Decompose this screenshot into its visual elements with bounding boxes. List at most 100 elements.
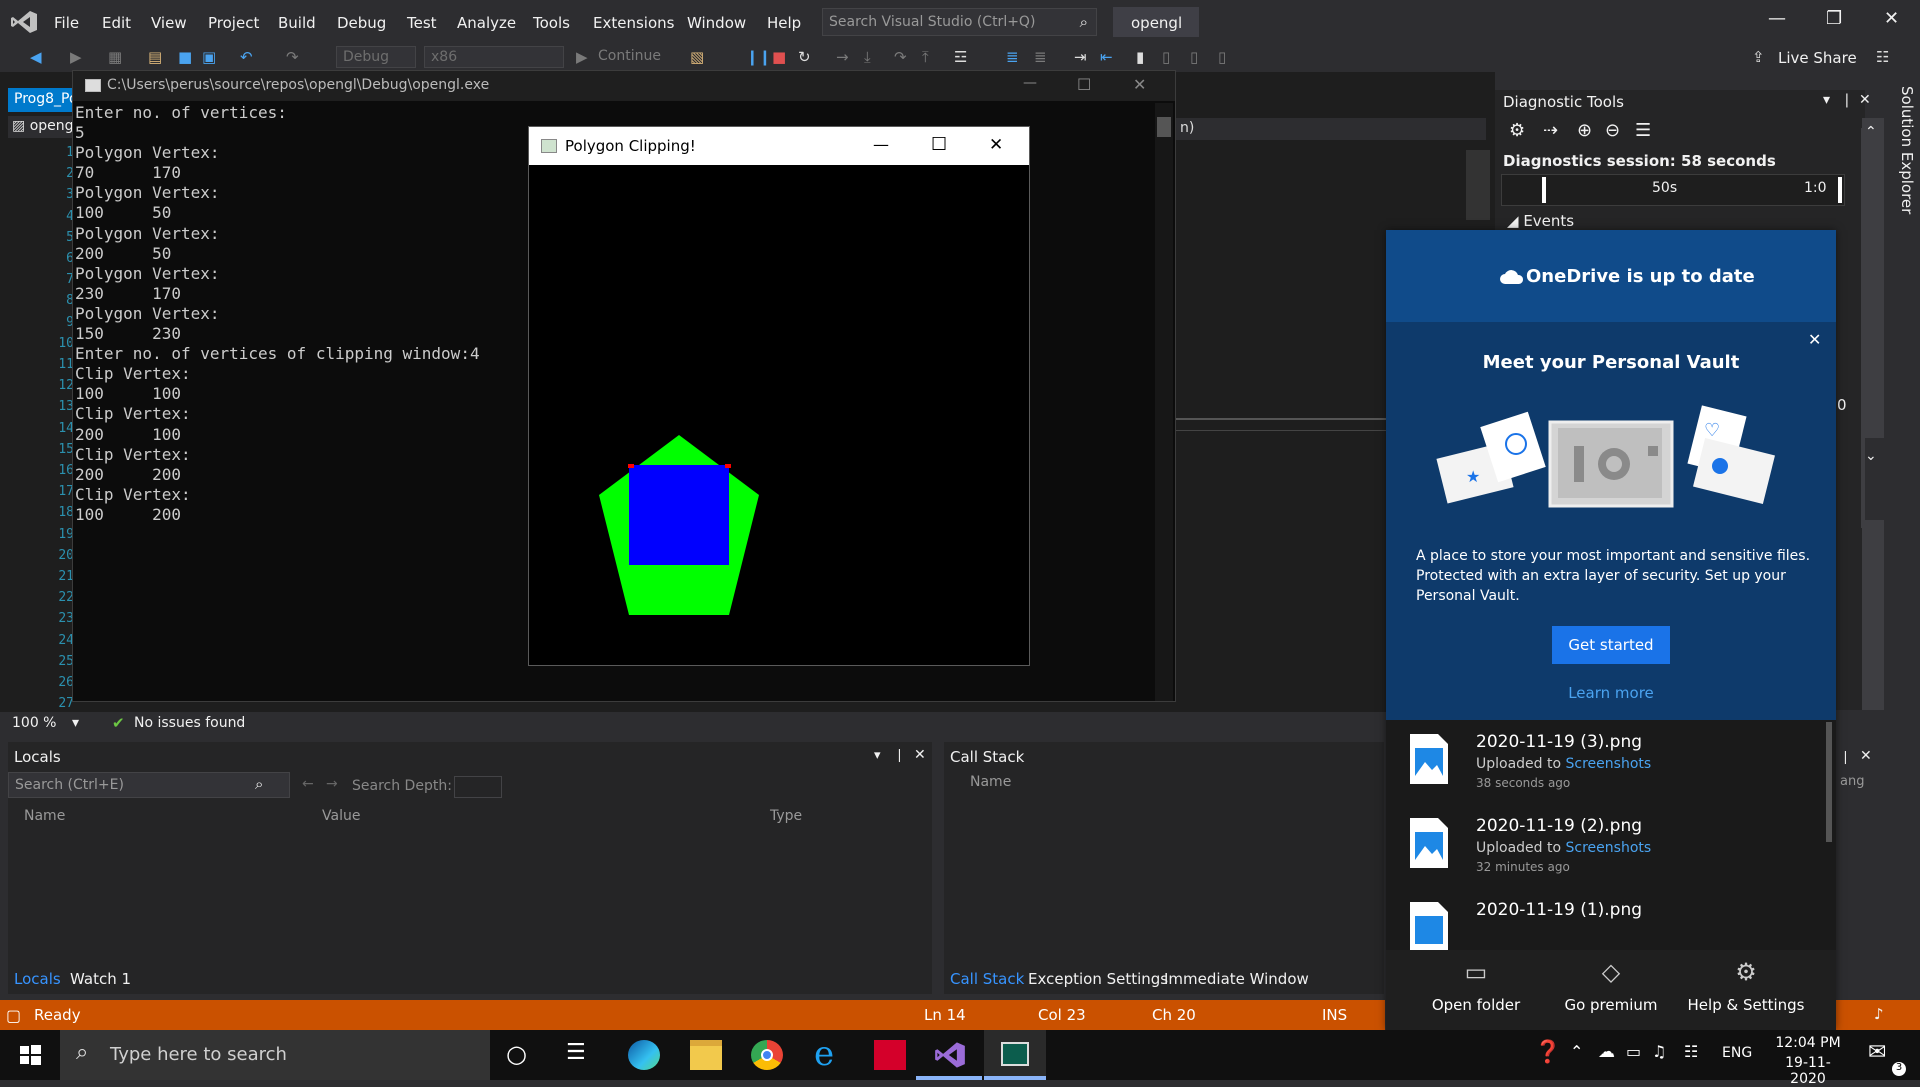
open-folder-button[interactable]: ▭ Open folder bbox=[1416, 958, 1536, 1014]
battery-icon[interactable]: ▭ bbox=[1626, 1042, 1641, 1061]
vs-search-box[interactable]: Search Visual Studio (Ctrl+Q) ⌕ bbox=[822, 8, 1097, 36]
right-pane-close-icon[interactable]: ✕ bbox=[1860, 748, 1872, 764]
lower-outer-scrollbar[interactable] bbox=[1862, 520, 1884, 710]
promo-close-icon[interactable]: ✕ bbox=[1808, 330, 1821, 349]
network-icon[interactable]: ☷ bbox=[1684, 1042, 1698, 1061]
settings-gear-icon[interactable]: ⚙ bbox=[1509, 120, 1525, 141]
menu-test[interactable]: Test bbox=[407, 14, 437, 32]
issues-status[interactable]: No issues found bbox=[134, 715, 245, 731]
polygon-clipping-window[interactable]: Polygon Clipping! — ☐ ✕ bbox=[528, 126, 1030, 666]
console-scrollbar[interactable] bbox=[1155, 103, 1173, 701]
menu-project[interactable]: Project bbox=[208, 14, 259, 32]
tab-call-stack[interactable]: Call Stack bbox=[950, 970, 1024, 988]
menu-file[interactable]: File bbox=[54, 14, 79, 32]
menu-extensions[interactable]: Extensions bbox=[593, 14, 674, 32]
scroll-up-icon[interactable]: ⌃ bbox=[1865, 124, 1877, 140]
feedback-icon[interactable]: ☷ bbox=[1876, 48, 1889, 66]
tab-watch-1[interactable]: Watch 1 bbox=[70, 970, 131, 988]
menu-edit[interactable]: Edit bbox=[102, 14, 131, 32]
windows-start-icon[interactable] bbox=[0, 1030, 60, 1080]
cortana-icon[interactable]: ○ bbox=[506, 1040, 527, 1068]
zoom-level[interactable]: 100 % bbox=[12, 715, 56, 731]
next-bookmark-icon[interactable]: ▯ bbox=[1190, 48, 1198, 66]
diag-close-icon[interactable]: ✕ bbox=[1859, 92, 1871, 108]
console-minimize-icon[interactable]: — bbox=[1023, 75, 1037, 91]
locals-col-name[interactable]: Name bbox=[24, 808, 65, 824]
nav-forward-icon[interactable]: ▶ bbox=[70, 48, 82, 66]
gl-titlebar[interactable]: Polygon Clipping! — ☐ ✕ bbox=[529, 127, 1029, 165]
editor-scrollbar[interactable] bbox=[1466, 150, 1490, 220]
locals-dropdown-icon[interactable]: ▾ bbox=[874, 748, 881, 763]
menu-view[interactable]: View bbox=[151, 14, 187, 32]
search-back-icon[interactable]: ← bbox=[302, 776, 314, 792]
zoom-in-icon[interactable]: ⊕ bbox=[1577, 120, 1592, 141]
break-all-icon[interactable]: ❙❙ bbox=[746, 48, 771, 66]
learn-more-link[interactable]: Learn more bbox=[1386, 684, 1836, 702]
menu-analyze[interactable]: Analyze bbox=[457, 14, 516, 32]
save-icon[interactable]: ■ bbox=[178, 48, 192, 66]
acrobat-icon[interactable] bbox=[874, 1040, 906, 1070]
uncomment-icon[interactable]: ≣ bbox=[1034, 48, 1047, 66]
outdent-icon[interactable]: ⇤ bbox=[1100, 48, 1113, 66]
timeline-start-handle[interactable] bbox=[1542, 177, 1546, 203]
edge-icon[interactable] bbox=[628, 1040, 660, 1070]
diag-pin-icon[interactable]: ❘ bbox=[1841, 92, 1853, 108]
tab-exception-settings[interactable]: Exception Settings bbox=[1028, 970, 1168, 988]
list-item[interactable]: 2020-11-19 (1).png bbox=[1386, 888, 1836, 950]
tab-immediate-window[interactable]: Immediate Window bbox=[1164, 970, 1309, 988]
status-char[interactable]: Ch 20 bbox=[1152, 1006, 1196, 1024]
search-depth-dropdown[interactable] bbox=[454, 776, 502, 798]
restart-icon[interactable]: ↻ bbox=[798, 48, 811, 66]
zoom-dropdown-icon[interactable]: ▾ bbox=[72, 715, 79, 731]
indent-icon[interactable]: ⇥ bbox=[1074, 48, 1087, 66]
console-maximize-icon[interactable]: ☐ bbox=[1077, 75, 1091, 94]
diag-dropdown-icon[interactable]: ▾ bbox=[1823, 92, 1830, 108]
list-item[interactable]: 2020-11-19 (3).png Uploaded to Screensho… bbox=[1386, 720, 1836, 800]
bookmark-icon[interactable]: ▮ bbox=[1136, 48, 1144, 66]
live-share-button[interactable]: Live Share bbox=[1778, 49, 1857, 67]
locals-col-type[interactable]: Type bbox=[770, 808, 802, 824]
nav-back-icon[interactable]: ◀ bbox=[30, 48, 42, 66]
help-icon[interactable]: ❓ bbox=[1534, 1040, 1561, 1065]
internet-explorer-icon[interactable]: e bbox=[814, 1034, 834, 1074]
timeline-end-handle[interactable] bbox=[1838, 177, 1842, 203]
console-close-icon[interactable]: ✕ bbox=[1133, 75, 1146, 94]
events-section[interactable]: ◢ Events bbox=[1507, 212, 1574, 230]
continue-button[interactable]: Continue bbox=[598, 48, 661, 64]
visual-studio-taskbar-icon[interactable] bbox=[934, 1040, 966, 1070]
gl-close-icon[interactable]: ✕ bbox=[989, 135, 1003, 155]
menu-debug[interactable]: Debug bbox=[337, 14, 386, 32]
help-settings-button[interactable]: ⚙ Help & Settings bbox=[1686, 958, 1806, 1014]
close-icon[interactable]: ✕ bbox=[1884, 8, 1899, 29]
menu-help[interactable]: Help bbox=[767, 14, 801, 32]
open-file-icon[interactable]: ▤ bbox=[148, 48, 162, 66]
folder-link[interactable]: Screenshots bbox=[1566, 840, 1652, 856]
scroll-down-icon[interactable]: ⌄ bbox=[1865, 448, 1877, 464]
redo-icon[interactable]: ↷ bbox=[286, 48, 299, 66]
menu-tools[interactable]: Tools bbox=[533, 14, 570, 32]
undo-icon[interactable]: ↶ bbox=[240, 48, 253, 66]
step-over-icon[interactable]: ↷ bbox=[894, 48, 907, 66]
clear-bookmarks-icon[interactable]: ▯ bbox=[1218, 48, 1226, 66]
save-all-icon[interactable]: ▣ bbox=[202, 48, 216, 66]
chrome-icon[interactable] bbox=[751, 1040, 783, 1070]
status-ins[interactable]: INS bbox=[1322, 1006, 1347, 1024]
restore-icon[interactable]: ❐ bbox=[1826, 8, 1842, 29]
step-out-icon[interactable]: ⤒ bbox=[922, 48, 929, 66]
clock[interactable]: 12:04 PM 19-11-2020 bbox=[1770, 1035, 1846, 1087]
document-tab[interactable]: Prog8_Po bbox=[8, 88, 76, 112]
comment-icon[interactable]: ≣ bbox=[1006, 48, 1019, 66]
onedrive-tray-icon[interactable]: ☁ bbox=[1598, 1042, 1615, 1062]
call-stack-col-name[interactable]: Name bbox=[970, 774, 1011, 790]
task-view-icon[interactable]: ☰ bbox=[566, 1040, 586, 1065]
prev-bookmark-icon[interactable]: ▯ bbox=[1162, 48, 1170, 66]
diagnostics-timeline[interactable]: 50s 1:0 bbox=[1501, 174, 1845, 206]
get-started-button[interactable]: Get started bbox=[1552, 626, 1670, 664]
process-icon[interactable]: ▧ bbox=[690, 48, 704, 66]
gl-minimize-icon[interactable]: — bbox=[873, 135, 889, 154]
tray-chevron-icon[interactable]: ⌃ bbox=[1570, 1042, 1583, 1061]
new-project-icon[interactable]: ▦ bbox=[108, 48, 122, 66]
volume-icon[interactable]: ♫ bbox=[1652, 1042, 1666, 1061]
file-list-scrollbar[interactable] bbox=[1826, 722, 1832, 842]
gl-maximize-icon[interactable]: ☐ bbox=[931, 134, 947, 155]
